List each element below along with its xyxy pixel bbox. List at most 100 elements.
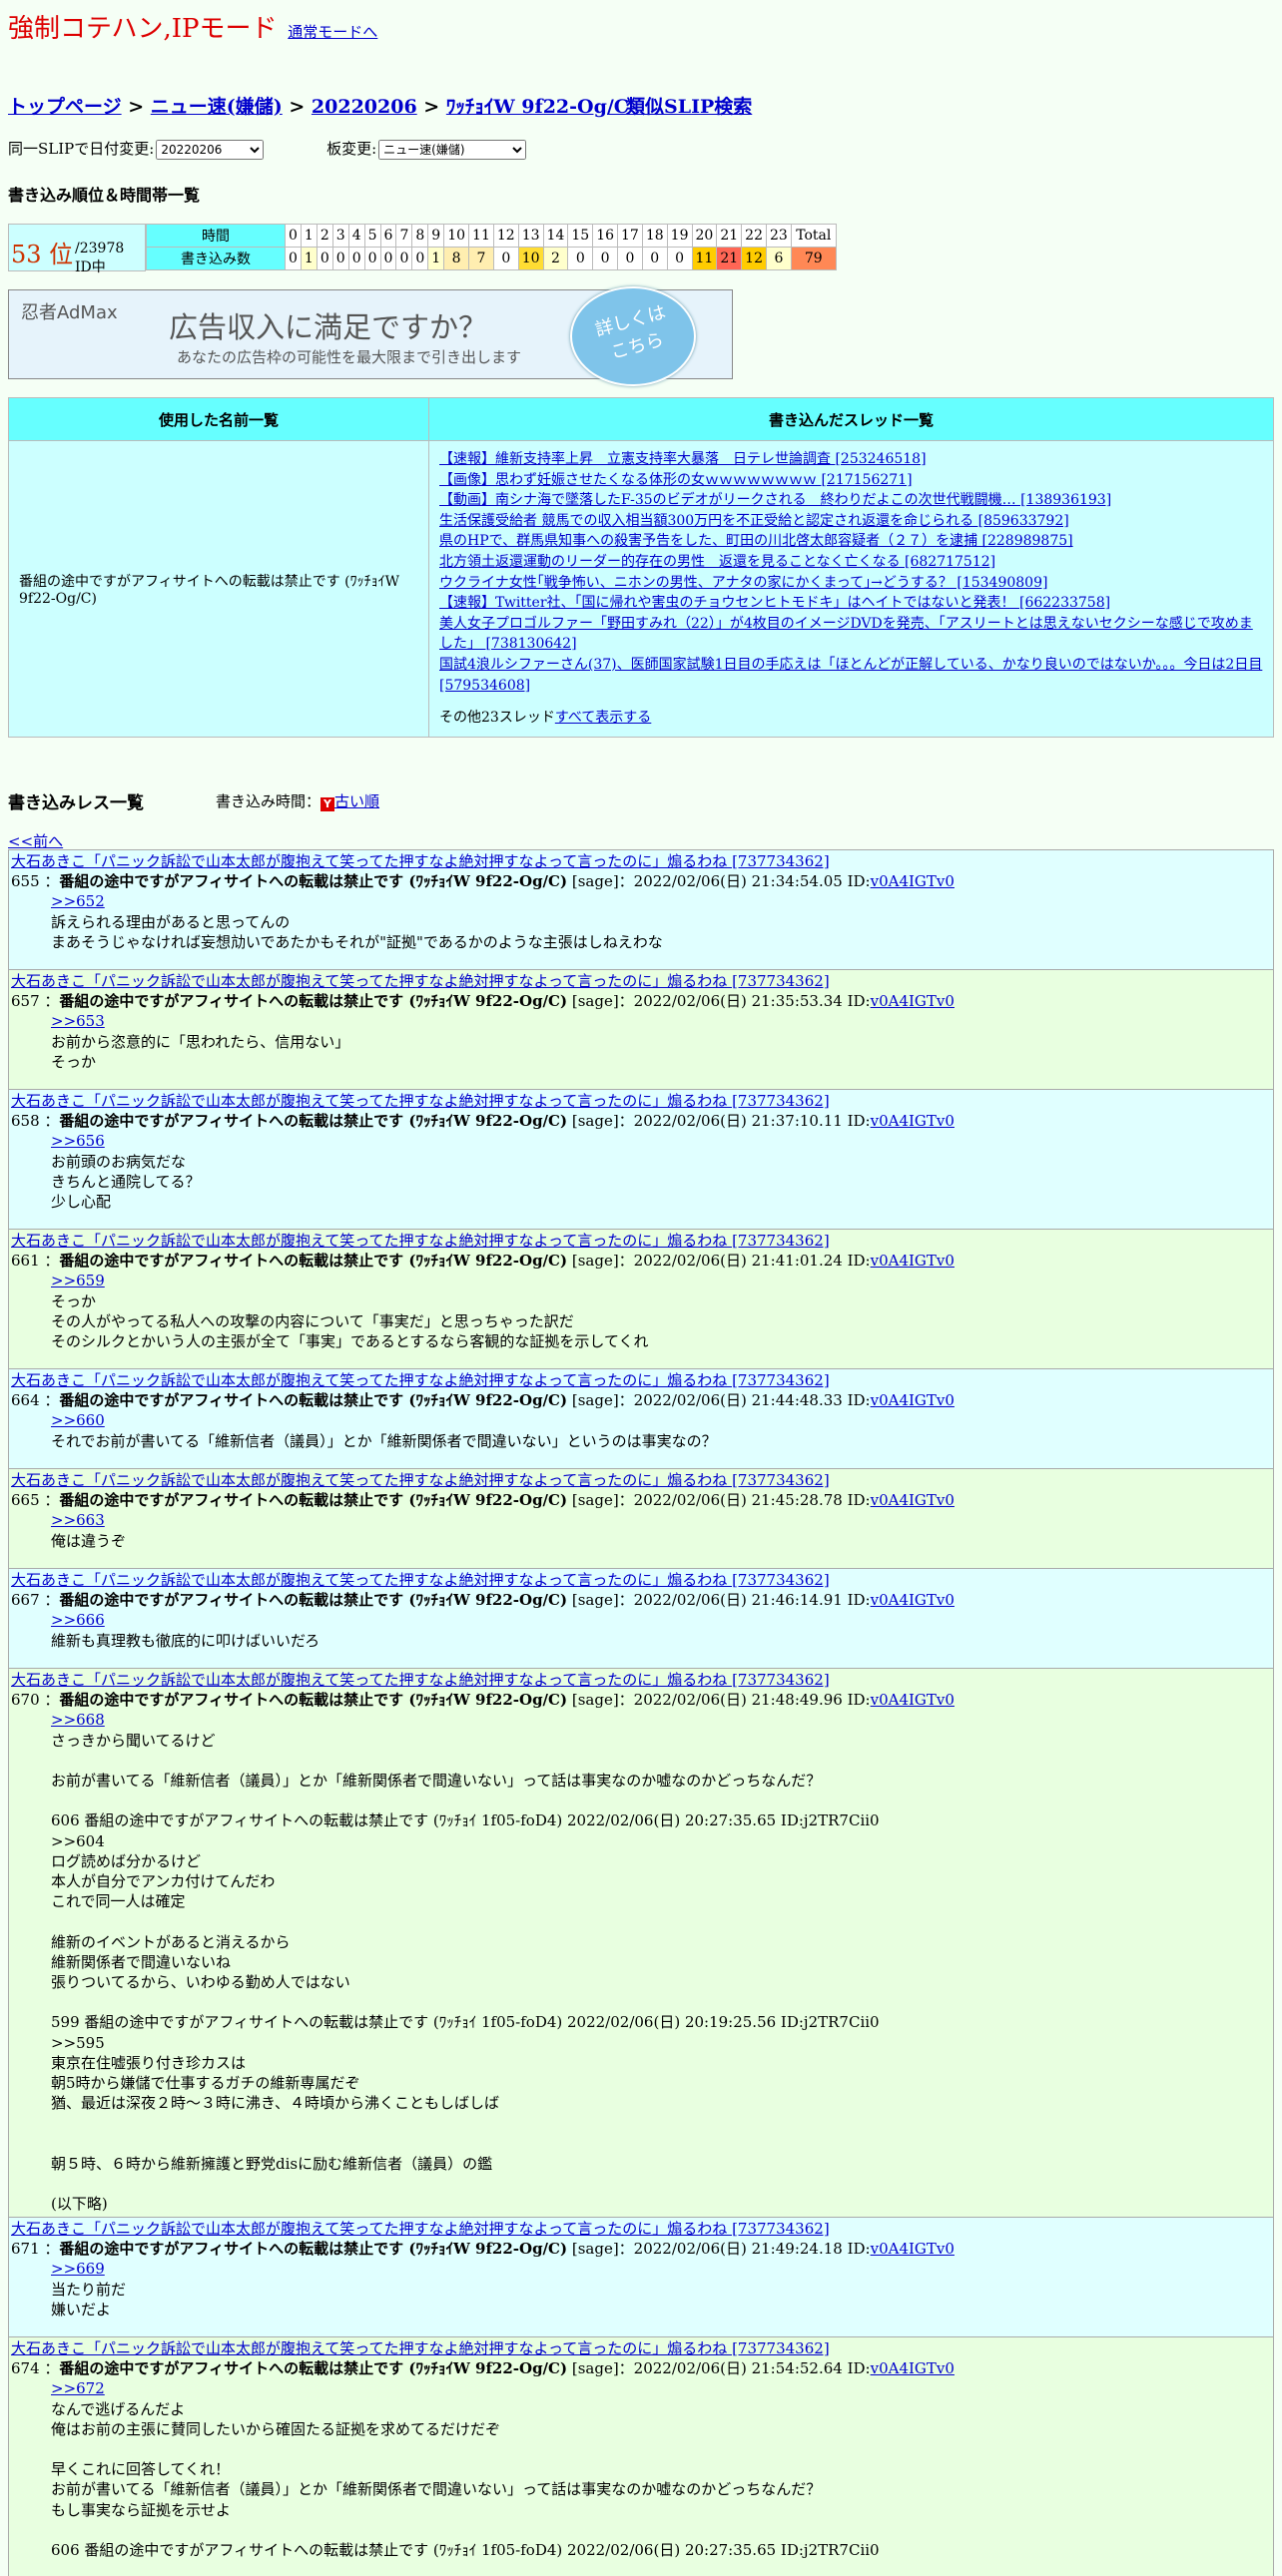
post-thread-link[interactable]: 大石あきこ「パニック訴訟で山本太郎が腹抱えて笑ってた押すなよ絶対押すなよって言っ… (11, 1371, 830, 1389)
ad-title: 広告収入に満足ですか？ (169, 310, 488, 344)
hour-count-5: 0 (363, 247, 381, 270)
oldest-first-link[interactable]: 古い順 (334, 792, 379, 810)
post-anchor-link[interactable]: >>653 (51, 1012, 105, 1030)
hour-count-13: 10 (517, 247, 544, 270)
thread-link[interactable]: 【動画】南シナ海で墜落したF-35のビデオがリークされる 終わりだよこの次世代戦… (439, 492, 1111, 508)
post-author-name: 番組の途中ですがアフィサイトへの転載は禁止です (ﾜｯﾁｮｲW 9f22-Og/… (59, 1491, 568, 1510)
post-id-link[interactable]: v0A4IGTv0 (871, 1691, 955, 1709)
post-meta: [sage]：2022/02/06(日) 21:44:48.33 ID: (567, 1391, 871, 1410)
post-meta: [sage]：2022/02/06(日) 21:45:28.78 ID: (567, 1491, 871, 1510)
hour-col-18: 18 (641, 224, 668, 248)
post-anchor-link[interactable]: >>668 (51, 1711, 105, 1729)
post-number: 667 (11, 1591, 40, 1610)
thread-link[interactable]: ウクライナ女性｢戦争怖い、ニホンの男性、アナタの家にかくまって｣→どうする？ [… (439, 575, 1047, 591)
post-author-name: 番組の途中ですがアフィサイトへの転載は禁止です (ﾜｯﾁｮｲW 9f22-Og/… (59, 872, 568, 891)
hour-col-11: 11 (468, 224, 494, 248)
hour-count-3: 0 (331, 247, 349, 270)
board-select[interactable]: ニュー速(嫌儲) (378, 140, 527, 160)
hour-col-4: 4 (347, 224, 365, 248)
breadcrumb-slip[interactable]: ﾜｯﾁｮｲW 9f22-Og/C (446, 96, 629, 118)
thread-link[interactable]: 【速報】Twitter社、「国に帰れや害虫のチョウセンヒトモドキ」はヘイトではな… (439, 595, 1110, 611)
hour-count-14: 2 (542, 247, 569, 270)
post-id-link[interactable]: v0A4IGTv0 (871, 1591, 955, 1609)
mode-title: 強制コテハン,IPモード (8, 14, 278, 44)
post-id-link[interactable]: v0A4IGTv0 (871, 1391, 955, 1409)
ad-banner[interactable]: 忍者AdMax 広告収入に満足ですか？ あなたの広告枠の可能性を最大限まで引き出… (8, 286, 733, 386)
thread-link[interactable]: 【速報】維新支持率上昇 立憲支持率大暴落 日テレ世論調査 [253246518] (439, 451, 927, 467)
similar-slip-search-link[interactable]: 類似SLIP検索 (626, 92, 752, 119)
hour-count-19: 0 (666, 247, 693, 270)
date-select[interactable]: 20220206 (156, 140, 265, 160)
post-body: お前頭のお病気だな きちんと通院してる？ 少し心配 (51, 1152, 201, 1212)
post-anchor-link[interactable]: >>656 (51, 1132, 105, 1150)
prev-page-link[interactable]: <<前へ (8, 830, 63, 851)
post-thread-link[interactable]: 大石あきこ「パニック訴訟で山本太郎が腹抱えて笑ってた押すなよ絶対押すなよって言っ… (11, 1671, 830, 1689)
hour-count-10: 8 (443, 247, 470, 270)
post-thread-link[interactable]: 大石あきこ「パニック訴訟で山本太郎が腹抱えて笑ってた押すなよ絶対押すなよって言っ… (11, 972, 830, 990)
post-thread-link[interactable]: 大石あきこ「パニック訴訟で山本太郎が腹抱えて笑ってた押すなよ絶対押すなよって言っ… (11, 1471, 830, 1489)
post-anchor-link[interactable]: >>660 (51, 1411, 105, 1429)
hour-count-12: 0 (492, 247, 519, 270)
thread-link[interactable]: 生活保護受給者 競馬での収入相当額300万円を不正受給と認定され返還を命じられる… (439, 513, 1069, 529)
post-id-link[interactable]: v0A4IGTv0 (871, 2359, 955, 2377)
post-number: 657 (11, 992, 40, 1011)
hour-col-22: 22 (741, 224, 767, 248)
thread-link[interactable]: 北方領土返還運動のリーダー的存在の男性 返還を見ることなく亡くなる [68271… (439, 554, 995, 570)
breadcrumb-date[interactable]: 20220206 (312, 96, 417, 118)
rank-total: /23978 ID中 (75, 241, 125, 275)
hour-count-23: 6 (765, 247, 792, 270)
post-anchor-link[interactable]: >>663 (51, 1511, 105, 1529)
hour-col-15: 15 (567, 224, 594, 248)
post-id-link[interactable]: v0A4IGTv0 (871, 1252, 955, 1270)
breadcrumb-board[interactable]: ニュー速(嫌儲) (151, 96, 283, 118)
post-thread-link[interactable]: 大石あきこ「パニック訴訟で山本太郎が腹抱えて笑ってた押すなよ絶対押すなよって言っ… (11, 1092, 830, 1110)
breadcrumb-sep: > (121, 96, 151, 118)
select-row: 同一SLIPで日付変更: 20220206 板変更: ニュー速(嫌儲) (8, 138, 527, 160)
post-anchor-link[interactable]: >>652 (51, 892, 105, 910)
thread-link[interactable]: 国試4浪ルシファーさん(37)、医師国家試験1日目の手応えは「ほとんどが正解して… (439, 657, 1262, 694)
post-anchor-link[interactable]: >>669 (51, 2260, 105, 2278)
rank-box: 53 位 /23978 ID中 (8, 224, 146, 275)
post-thread-link[interactable]: 大石あきこ「パニック訴訟で山本太郎が腹抱えて笑ってた押すなよ絶対押すなよって言っ… (11, 852, 830, 870)
thread-link[interactable]: 美人女子プロゴルファー「野田すみれ（22）」が4枚目のイメージDVDを発売、「ア… (439, 616, 1253, 653)
hour-count-2: 0 (316, 247, 333, 270)
hour-count-20: 11 (691, 247, 718, 270)
post-thread-link[interactable]: 大石あきこ「パニック訴訟で山本太郎が腹抱えて笑ってた押すなよ絶対押すなよって言っ… (11, 1232, 830, 1250)
hour-count-16: 0 (592, 247, 619, 270)
breadcrumb-top[interactable]: トップページ (8, 96, 122, 118)
ranking-title: 書き込み順位＆時間帯一覧 (8, 186, 201, 205)
hour-count-21: 21 (716, 247, 743, 270)
names-threads-table: 使用した名前一覧 書き込んだスレッド一覧 番組の途中ですがアフィサイトへの転載は… (8, 397, 1274, 738)
hour-col-14: 14 (542, 224, 569, 248)
post-thread-link[interactable]: 大石あきこ「パニック訴訟で山本太郎が腹抱えて笑ってた押すなよ絶対押すなよって言っ… (11, 2220, 830, 2238)
hour-col-6: 6 (379, 224, 397, 248)
thread-link[interactable]: 【画像】思わず妊娠させたくなる体形の女ｗｗｗｗｗｗｗｗ [217156271] (439, 472, 913, 488)
post-id-link[interactable]: v0A4IGTv0 (871, 1112, 955, 1130)
post-anchor-link[interactable]: >>659 (51, 1272, 105, 1289)
post-anchor-link[interactable]: >>672 (51, 2379, 105, 2397)
show-all-threads-link[interactable]: すべて表示する (555, 710, 651, 726)
post: 大石あきこ「パニック訴訟で山本太郎が腹抱えて笑ってた押すなよ絶対押すなよって言っ… (8, 1668, 1274, 2217)
post-id-link[interactable]: v0A4IGTv0 (871, 992, 955, 1010)
post-meta: [sage]：2022/02/06(日) 21:37:10.11 ID: (567, 1112, 871, 1131)
post-id-link[interactable]: v0A4IGTv0 (871, 872, 955, 890)
post-thread-link[interactable]: 大石あきこ「パニック訴訟で山本太郎が腹抱えて笑ってた押すなよ絶対押すなよって言っ… (11, 2339, 830, 2357)
normal-mode-link[interactable]: 通常モードへ (288, 23, 377, 41)
hour-count-6: 0 (379, 247, 397, 270)
post-author-name: 番組の途中ですがアフィサイトへの転載は禁止です (ﾜｯﾁｮｲW 9f22-Og/… (59, 2359, 568, 2378)
post: 大石あきこ「パニック訴訟で山本太郎が腹抱えて笑ってた押すなよ絶対押すなよって言っ… (8, 1089, 1274, 1229)
hour-col-7: 7 (395, 224, 413, 248)
hour-col-17: 17 (617, 224, 643, 248)
post-id-link[interactable]: v0A4IGTv0 (871, 1491, 955, 1509)
post-id-link[interactable]: v0A4IGTv0 (871, 2240, 955, 2258)
post-number: 661 (11, 1252, 40, 1271)
hour-col-3: 3 (331, 224, 349, 248)
hour-count-17: 0 (617, 247, 643, 270)
post: 大石あきこ「パニック訴訟で山本太郎が腹抱えて笑ってた押すなよ絶対押すなよって言っ… (8, 2336, 1274, 2576)
hour-col-9: 9 (427, 224, 445, 248)
post-anchor-link[interactable]: >>666 (51, 1611, 105, 1629)
post-thread-link[interactable]: 大石あきこ「パニック訴訟で山本太郎が腹抱えて笑ってた押すなよ絶対押すなよって言っ… (11, 1571, 830, 1589)
breadcrumb: トップページ > ニュー速(嫌儲) > 20220206 > ﾜｯﾁｮｲW 9f… (8, 92, 629, 119)
thread-link[interactable]: 県のHPで、群馬県知事への殺害予告をした、町田の川北啓太郎容疑者（２７）を逮捕 … (439, 533, 1073, 549)
post-list: 大石あきこ「パニック訴訟で山本太郎が腹抱えて笑ってた押すなよ絶対押すなよって言っ… (8, 849, 1274, 2576)
